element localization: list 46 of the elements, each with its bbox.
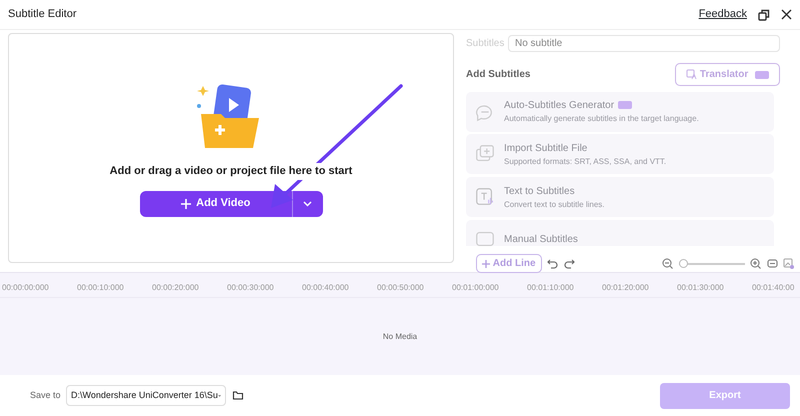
undo-icon[interactable] — [547, 258, 558, 269]
tick-label: 00:00:40:000 — [301, 282, 350, 294]
fit-icon[interactable] — [766, 258, 778, 269]
dropdown-button[interactable] — [292, 190, 322, 216]
add-line-button[interactable]: Add Line — [476, 254, 542, 273]
option-title: Import Subtitle File — [504, 142, 588, 156]
empty-timeline-text: No Media — [382, 330, 418, 342]
close-icon[interactable] — [781, 9, 792, 20]
translate-icon — [686, 69, 698, 80]
redo-icon[interactable] — [564, 258, 575, 269]
folder-icon[interactable] — [232, 390, 244, 401]
option-title: Text to Subtitles — [504, 184, 576, 198]
drop-prompt: Add or drag a video or project file here to start — [110, 163, 352, 180]
plus-icon — [180, 198, 191, 208]
caret-icon — [303, 200, 312, 206]
tick-label: 00:00:20:000 — [151, 282, 200, 294]
option-title: Manual Subtitles — [504, 232, 578, 246]
slider-thumb[interactable] — [678, 259, 688, 268]
tick-label: 00:01:10:000 — [526, 282, 575, 294]
ai-badge-icon — [755, 70, 769, 78]
tick-label: 00:01:20:000 — [601, 282, 650, 294]
subtitles-field[interactable]: No subtitle — [508, 35, 780, 52]
window-title: Subtitle Editor — [8, 7, 76, 22]
add-subtitles-heading: Add Subtitles — [466, 68, 530, 82]
zoom-out-icon[interactable] — [662, 258, 673, 269]
translator-button[interactable]: Translator — [675, 63, 780, 86]
text-subtitle-icon — [474, 186, 496, 208]
option-description: Convert text to subtitle lines. — [504, 198, 604, 210]
plus-icon — [482, 260, 490, 268]
add-video-button[interactable]: Add Video — [140, 190, 292, 216]
tick-label: 00:01:00:000 — [451, 282, 500, 294]
feedback-link[interactable]: Feedback — [698, 6, 747, 23]
tick-label: 00:00:50:000 — [376, 282, 425, 294]
option-description: Supported formats: SRT, ASS, SSA, and VTT. — [504, 156, 666, 168]
caret-icon — [218, 394, 222, 398]
zoom-in-icon[interactable] — [750, 258, 761, 269]
save-path-dropdown[interactable]: D:\Wondershare UniConverter 16\Su — [66, 384, 226, 406]
tick-label: 00:00:00:000 — [1, 282, 50, 294]
option-title: Auto-Subtitles Generator — [504, 98, 699, 113]
restore-icon[interactable] — [758, 8, 770, 20]
tick-label: 00:01:40:00 — [751, 282, 796, 294]
save-to-label: Save to — [30, 388, 61, 402]
tick-label: 00:00:30:000 — [226, 282, 275, 294]
option-description: Automatically generate subtitles in the target language. — [504, 113, 699, 125]
tick-label: 00:00:10:000 — [76, 282, 125, 294]
tick-label: 00:01:30:000 — [676, 282, 725, 294]
